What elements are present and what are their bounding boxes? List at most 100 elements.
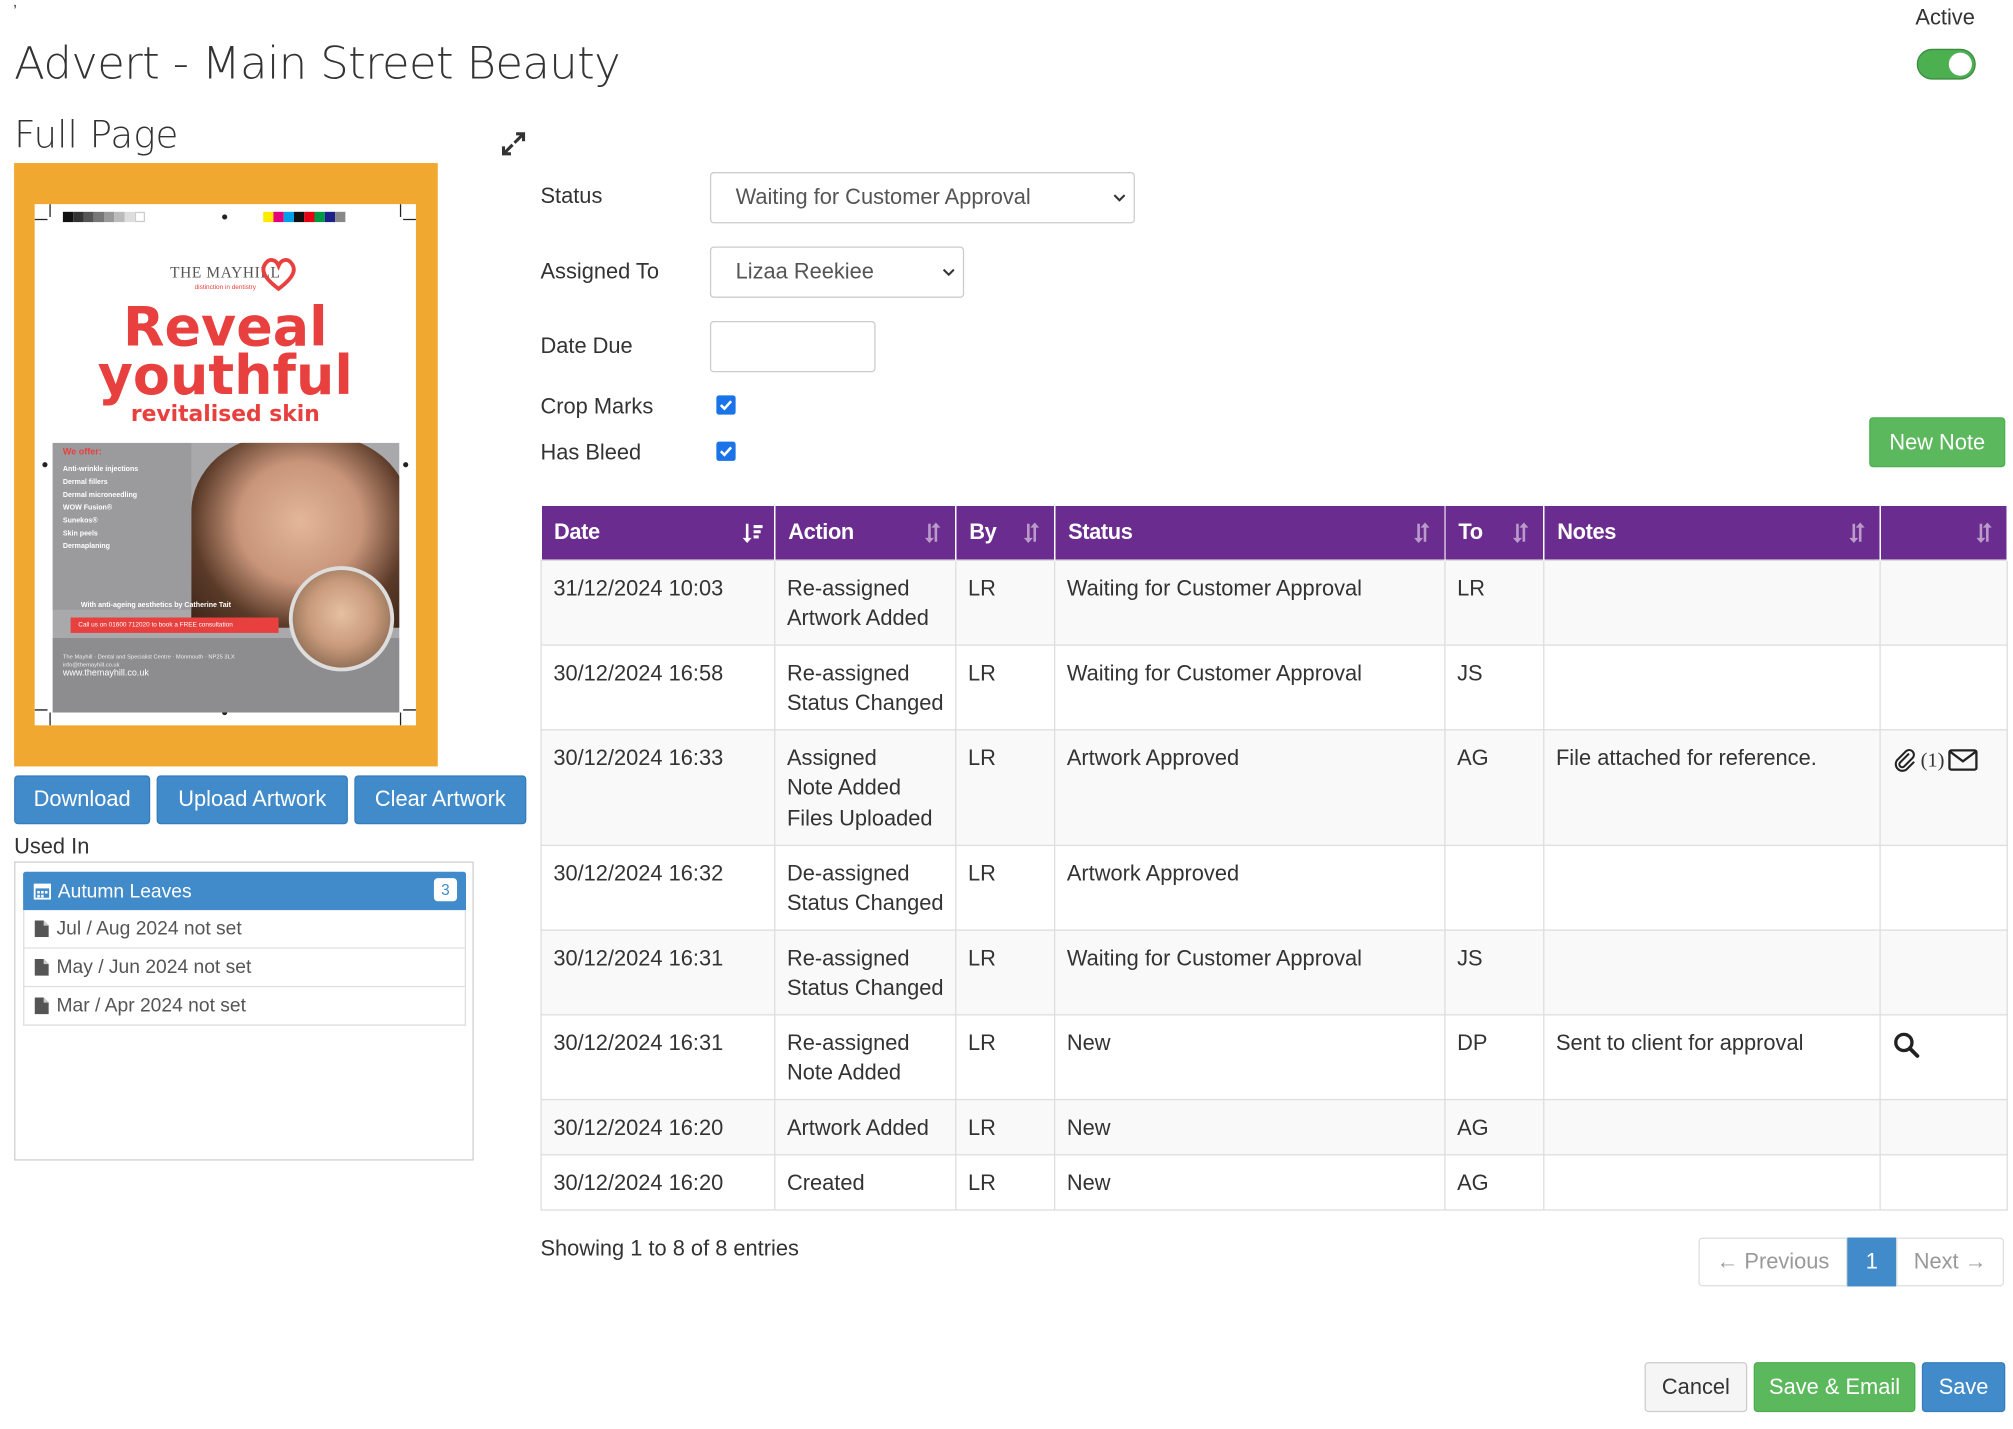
has-bleed-label: Has Bleed <box>540 440 642 465</box>
offer-item: Sunekos® <box>62 517 98 526</box>
cancel-button[interactable]: Cancel <box>1644 1362 1748 1413</box>
column-header-action[interactable]: Action <box>774 505 957 560</box>
used-in-item[interactable]: May / Jun 2024 not set <box>23 948 467 988</box>
used-in-group-header[interactable]: Autumn Leaves 3 <box>23 871 467 911</box>
crop-marks-checkbox[interactable] <box>716 395 736 415</box>
used-in-label: Used In <box>14 834 90 859</box>
expand-icon[interactable] <box>498 128 529 159</box>
save-button[interactable]: Save <box>1921 1362 2006 1413</box>
column-header-status[interactable]: Status <box>1054 505 1446 560</box>
clear-artwork-button[interactable]: Clear Artwork <box>354 775 527 825</box>
table-row[interactable]: 30/12/2024 16:32 De-assigned Status Chang… <box>540 844 2008 931</box>
artwork-preview: THE MAYHILL distinction in dentistry Rev… <box>14 163 438 767</box>
cell-date: 30/12/2024 16:58 <box>540 643 776 730</box>
column-header-date[interactable]: Date <box>541 505 776 560</box>
upload-artwork-button[interactable]: Upload Artwork <box>156 775 348 825</box>
sort-icon <box>1512 522 1529 544</box>
used-in-panel: Autumn Leaves 3 Jul / Aug 2024 not set M… <box>14 861 474 1161</box>
cmyk-bar <box>263 211 346 223</box>
column-header-actions[interactable] <box>1880 505 2008 560</box>
table-row[interactable]: 30/12/2024 16:20 Artwork Added LR New AG <box>540 1098 2008 1155</box>
column-header-notes[interactable]: Notes <box>1543 505 1881 560</box>
cell-notes <box>1543 559 1881 646</box>
cell-by: LR <box>955 928 1056 1015</box>
cell-by: LR <box>955 844 1056 931</box>
cell-date: 30/12/2024 16:32 <box>540 844 776 931</box>
assigned-to-label: Assigned To <box>540 259 659 284</box>
offer-title: We offer: <box>62 448 102 458</box>
artwork-footer-web: www.themayhill.co.uk <box>62 668 149 678</box>
sort-icon <box>1976 522 1992 544</box>
email-icon[interactable] <box>1947 749 1978 772</box>
cell-status: New <box>1053 1098 1446 1155</box>
artwork-tagline: distinction in dentistry <box>194 283 256 292</box>
column-header-by[interactable]: By <box>955 505 1056 560</box>
cell-by: LR <box>955 1013 1056 1100</box>
cell-action: Artwork Added <box>774 1098 957 1155</box>
offer-item: Skin peels <box>62 530 98 538</box>
cell-action: Re-assigned Status Changed <box>774 643 957 730</box>
date-due-input[interactable] <box>709 320 876 373</box>
table-row[interactable]: 31/12/2024 10:03 Re-assigned Artwork Adde… <box>540 559 2008 646</box>
download-button[interactable]: Download <box>14 775 151 825</box>
file-icon <box>34 997 49 1015</box>
grayscale-bar <box>62 211 146 223</box>
cell-status: New <box>1053 1153 1446 1210</box>
artwork-headline-2: youthful <box>97 344 353 407</box>
used-in-item[interactable]: Mar / Apr 2024 not set <box>23 987 467 1026</box>
cell-to: AG <box>1444 1153 1545 1210</box>
paperclip-icon[interactable] <box>1892 747 1918 773</box>
cell-action: Re-assigned Note Added <box>774 1013 957 1100</box>
cell-date: 30/12/2024 16:33 <box>540 728 776 846</box>
cell-status: Waiting for Customer Approval <box>1053 928 1446 1015</box>
table-row[interactable]: 30/12/2024 16:31 Re-assigned Note Added L… <box>540 1013 2008 1100</box>
history-table: Date Action By Status To Notes 31/12/202… <box>540 505 2008 1210</box>
cell-to: AG <box>1444 728 1545 846</box>
cell-to: JS <box>1444 928 1545 1015</box>
size-title: Full Page <box>14 112 179 157</box>
cell-status: New <box>1053 1013 1446 1100</box>
used-in-item-label: May / Jun 2024 not set <box>56 956 252 979</box>
sort-icon <box>1414 522 1430 544</box>
offer-item: Anti-wrinkle injections <box>62 466 139 474</box>
checkmark-icon <box>719 400 733 411</box>
search-icon[interactable] <box>1892 1030 1920 1058</box>
page-1-button[interactable]: 1 <box>1847 1237 1897 1287</box>
cell-by: LR <box>955 643 1056 730</box>
next-page-button[interactable]: Next → <box>1896 1237 2005 1287</box>
has-bleed-checkbox[interactable] <box>716 441 736 461</box>
sort-icon <box>1849 522 1865 544</box>
cell-by: LR <box>955 728 1056 846</box>
table-row[interactable]: 30/12/2024 16:31 Re-assigned Status Chang… <box>540 928 2008 1015</box>
used-in-item[interactable]: Jul / Aug 2024 not set <box>23 910 467 949</box>
new-note-button[interactable]: New Note <box>1869 417 2006 468</box>
cell-icons <box>1879 1098 2008 1155</box>
crop-marks-label: Crop Marks <box>540 394 654 419</box>
artwork-headline-3: revitalised skin <box>130 401 320 428</box>
offer-item: Dermal fillers <box>62 478 108 487</box>
cell-icons <box>1879 643 2008 730</box>
cell-action: Created <box>774 1153 957 1210</box>
status-select[interactable]: Waiting for Customer Approval <box>709 172 1135 224</box>
sort-icon <box>1023 522 1040 544</box>
cell-date: 31/12/2024 10:03 <box>540 559 776 646</box>
save-and-email-button[interactable]: Save & Email <box>1753 1362 1916 1413</box>
cell-notes: File attached for reference. <box>1543 728 1881 846</box>
chevron-down-icon <box>942 268 955 277</box>
table-row[interactable]: 30/12/2024 16:58 Re-assigned Status Chang… <box>540 643 2008 730</box>
chevron-down-icon <box>1113 194 1126 202</box>
previous-page-button[interactable]: ← Previous <box>1698 1237 1848 1287</box>
table-row[interactable]: 30/12/2024 16:20 Created LR New AG <box>540 1153 2008 1210</box>
artwork-footer-address: The Mayhill · Dental and Specialist Cent… <box>62 653 235 660</box>
used-in-group-name: Autumn Leaves <box>57 880 192 902</box>
cell-to: LR <box>1444 559 1545 646</box>
assigned-to-select[interactable]: Lizaa Reekiee <box>709 246 965 298</box>
table-row[interactable]: 30/12/2024 16:33 Assigned Note Added Files… <box>540 728 2008 846</box>
artwork-byline: With anti-ageing aesthetics by Catherine… <box>80 602 231 610</box>
file-icon <box>34 920 49 938</box>
cell-notes <box>1543 1153 1881 1210</box>
checkmark-icon <box>719 446 733 457</box>
active-toggle[interactable] <box>1916 48 1976 80</box>
offer-column: We offer: Anti-wrinkle injections Dermal… <box>52 442 192 610</box>
column-header-to[interactable]: To <box>1444 505 1545 560</box>
